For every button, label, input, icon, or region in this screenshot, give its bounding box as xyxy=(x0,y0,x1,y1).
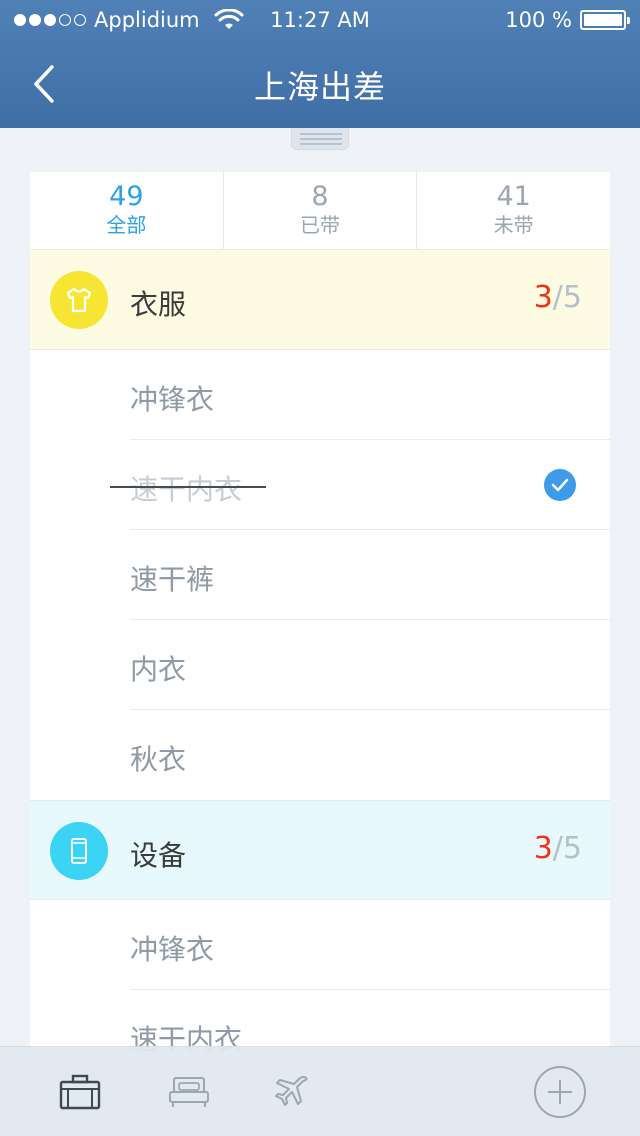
battery-percent: 100 % xyxy=(505,8,572,32)
category-header-devices[interactable]: 设备 3/5 xyxy=(30,800,610,900)
page-title: 上海出差 xyxy=(253,68,386,106)
strikethrough-line xyxy=(110,486,266,488)
list-item[interactable]: 冲锋衣 xyxy=(30,350,610,440)
suitcase-icon[interactable] xyxy=(55,1067,105,1117)
checkmark-icon[interactable] xyxy=(544,469,576,501)
packing-list-card: 49 全部 8 已带 41 未带 衣服 3/5 冲锋衣 速干内衣 速干裤 内衣 … xyxy=(30,172,610,1136)
tab-packed-label: 已带 xyxy=(300,213,340,237)
shirt-icon xyxy=(50,271,108,329)
item-label: 速干内衣 xyxy=(130,473,243,506)
total-count: /5 xyxy=(552,280,582,315)
item-label: 冲锋衣 xyxy=(130,933,215,966)
category-name: 衣服 xyxy=(130,288,187,321)
bottom-tab-bar xyxy=(0,1046,640,1136)
phone-icon xyxy=(50,822,108,880)
tab-packed-count: 8 xyxy=(311,181,329,212)
list-item-checked[interactable]: 速干内衣 xyxy=(30,440,610,530)
item-label: 内衣 xyxy=(130,653,187,686)
list-item[interactable]: 冲锋衣 xyxy=(30,900,610,990)
category-progress: 3/5 xyxy=(534,280,582,315)
airplane-icon[interactable] xyxy=(267,1067,317,1117)
tab-unpacked[interactable]: 41 未带 xyxy=(417,172,610,249)
add-icon[interactable] xyxy=(533,1065,587,1119)
category-progress: 3/5 xyxy=(534,831,582,866)
item-label: 秋衣 xyxy=(130,743,187,776)
tab-all-label: 全部 xyxy=(106,213,147,237)
item-label: 速干裤 xyxy=(130,563,215,596)
tab-unpacked-count: 41 xyxy=(496,181,531,212)
tab-unpacked-label: 未带 xyxy=(493,213,534,237)
bed-icon[interactable] xyxy=(164,1067,214,1117)
item-label: 冲锋衣 xyxy=(130,383,215,416)
category-header-clothes[interactable]: 衣服 3/5 xyxy=(30,250,610,350)
list-item[interactable]: 秋衣 xyxy=(30,710,610,800)
status-bar: Applidium 11:27 AM 100 % xyxy=(0,0,640,40)
tab-all[interactable]: 49 全部 xyxy=(30,172,224,249)
packed-count: 3 xyxy=(533,831,553,866)
packed-count: 3 xyxy=(533,280,553,315)
pull-handle[interactable] xyxy=(291,128,349,150)
total-count: /5 xyxy=(552,831,582,866)
battery-icon xyxy=(580,10,630,30)
category-name: 设备 xyxy=(130,839,187,872)
status-right: 100 % xyxy=(505,8,630,32)
filter-tabs: 49 全部 8 已带 41 未带 xyxy=(30,172,610,250)
nav-header: Applidium 11:27 AM 100 % 上海出差 xyxy=(0,0,640,128)
list-item[interactable]: 内衣 xyxy=(30,620,610,710)
tab-packed[interactable]: 8 已带 xyxy=(224,172,418,249)
tab-all-count: 49 xyxy=(109,181,144,212)
list-item[interactable]: 速干裤 xyxy=(30,530,610,620)
